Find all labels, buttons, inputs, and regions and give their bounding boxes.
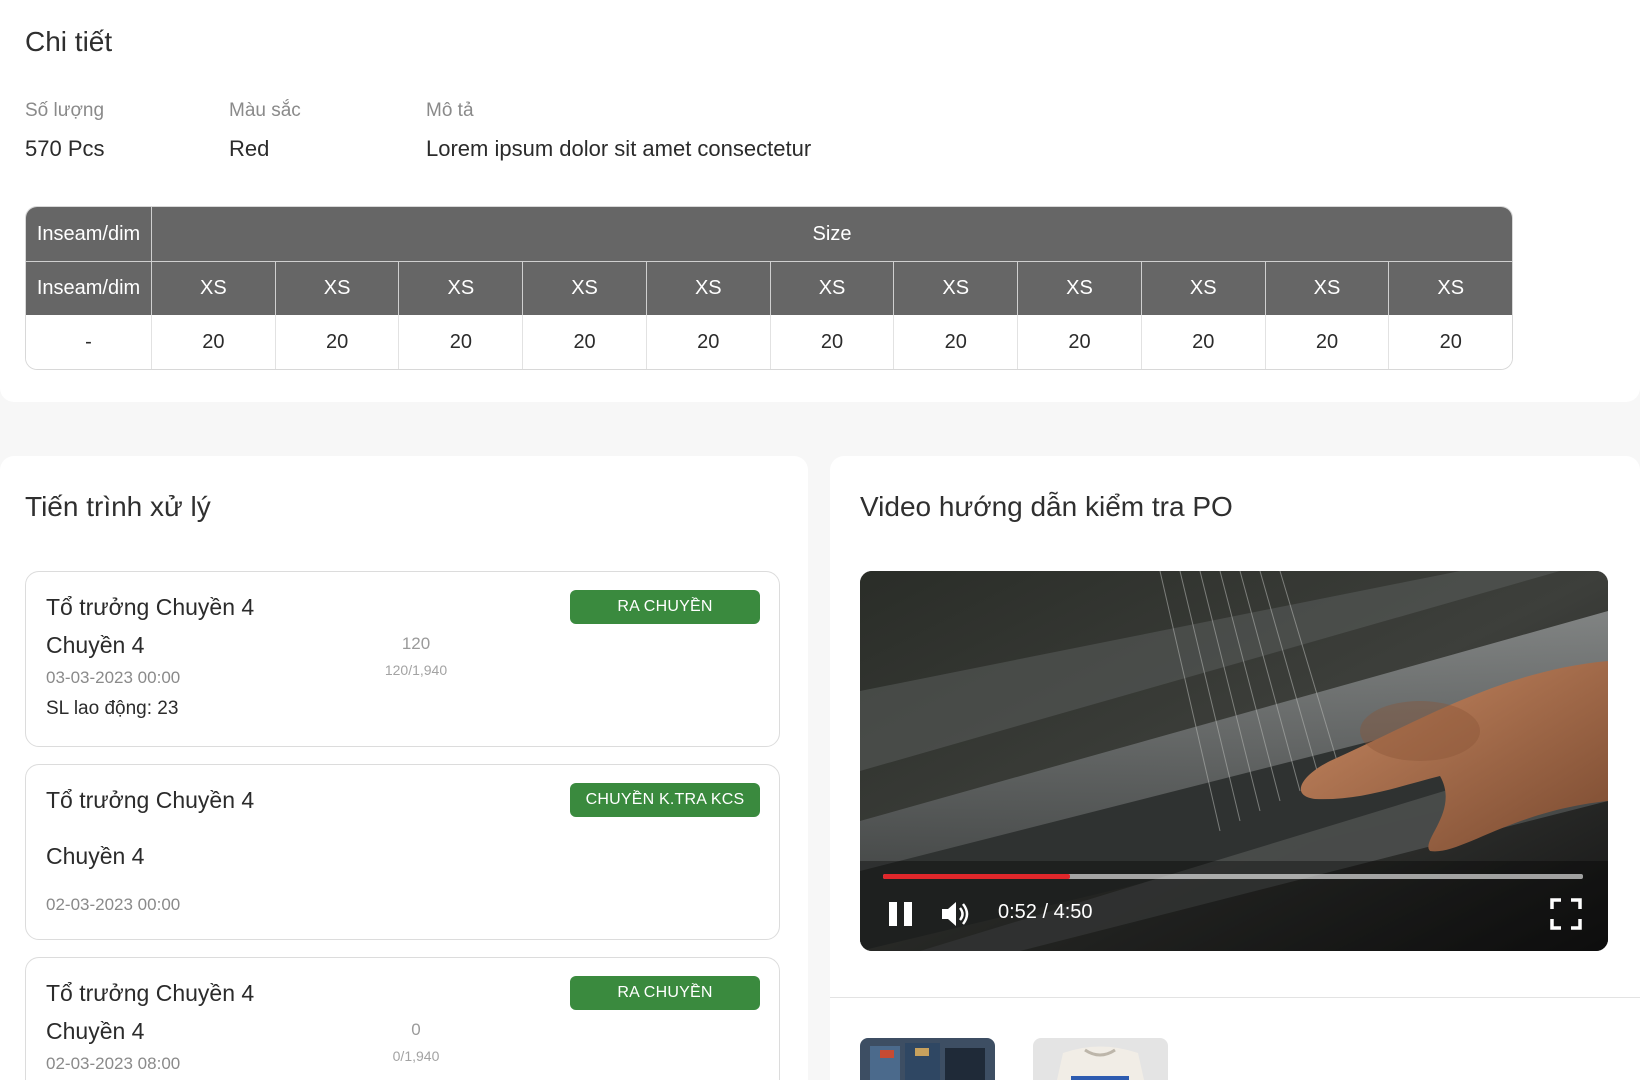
progress-title: Tiến trình xử lý [25, 491, 211, 522]
progress-item-date: 02-03-2023 00:00 [46, 895, 181, 914]
video-title: Video hướng dẫn kiểm tra PO [860, 491, 1233, 522]
progress-item-date: 02-03-2023 08:00 [46, 1054, 181, 1073]
video-card: Video hướng dẫn kiểm tra PO 0:52 / 4:50 [830, 456, 1640, 1080]
color-value: Red [229, 136, 270, 161]
size-header-cell: XS [523, 262, 647, 315]
table-subheader-row: Inseam/dim XS XS XS XS XS XS XS XS XS XS XS [26, 261, 1512, 315]
table-header-row: Inseam/dim Size [26, 207, 1512, 261]
size-header-cell: XS [1437, 277, 1465, 299]
header-inseam-dim: Inseam/dim [26, 207, 152, 261]
status-badge: RA CHUYỀN [570, 976, 760, 1010]
details-title: Chi tiết [25, 26, 113, 57]
status-badge: RA CHUYỀN [570, 590, 760, 624]
size-value-cell: 20 [771, 315, 895, 369]
size-value-cell: 20 [399, 315, 524, 369]
details-card: Chi tiết Số lượng 570 Pcs Màu sắc Red Mô… [0, 0, 1640, 402]
size-table: Inseam/dim Size Inseam/dim XS XS XS XS XS XS X… [25, 206, 1513, 370]
size-value-cell: 20 [1266, 315, 1390, 369]
size-header-cell: XS [647, 262, 771, 315]
fullscreen-icon[interactable] [1550, 898, 1582, 930]
status-badge: CHUYỀN K.TRA KCS [570, 783, 760, 817]
size-header-cell: XS [1018, 262, 1142, 315]
color-label: Màu sắc [229, 100, 301, 121]
description-value: Lorem ipsum dolor sit amet consectetur [426, 136, 812, 161]
table-row: - 20 20 20 20 20 20 20 20 20 20 20 [26, 315, 1512, 369]
progress-item-count: 0 [411, 1020, 421, 1039]
size-value-cell: 20 [1018, 315, 1142, 369]
progress-item-line: Chuyền 4 [46, 632, 145, 658]
size-value-cell: 20 [152, 315, 276, 369]
progress-card: Tiến trình xử lý Tổ trưởng Chuyền 4 Chuy… [0, 456, 808, 1080]
progress-item[interactable]: Tổ trưởng Chuyền 4 Chuyền 4 03-03-2023 0… [25, 571, 780, 747]
thumbnail-jeans[interactable] [860, 1038, 995, 1080]
video-progress-track[interactable] [883, 874, 1583, 879]
size-value-cell: 20 [276, 315, 400, 369]
subheader-inseam-dim: Inseam/dim [26, 262, 152, 315]
progress-item-line: Chuyền 4 [46, 843, 145, 869]
header-size-group: Size [812, 222, 852, 245]
size-value-cell: 20 [1439, 330, 1462, 353]
progress-item-labor: SL lao động: 23 [46, 698, 179, 719]
row-inseam-value: - [26, 315, 152, 369]
progress-item-ratio: 0/1,940 [392, 1048, 440, 1064]
size-header-cell: XS [894, 262, 1019, 315]
progress-item-title: Tổ trưởng Chuyền 4 [46, 594, 255, 620]
progress-item-count: 120 [401, 634, 431, 653]
size-header-cell: XS [152, 262, 276, 315]
divider [830, 997, 1640, 998]
progress-item-title: Tổ trưởng Chuyền 4 [46, 980, 255, 1006]
progress-item-date: 03-03-2023 00:00 [46, 668, 181, 687]
size-header-cell: XS [1142, 262, 1266, 315]
thumbnail-sweater[interactable] [1033, 1038, 1168, 1080]
size-value-cell: 20 [647, 315, 771, 369]
progress-item-ratio: 120/1,940 [384, 662, 448, 678]
video-time: 0:52 / 4:50 [998, 901, 1093, 923]
video-player[interactable]: 0:52 / 4:50 [860, 571, 1608, 951]
size-value-cell: 20 [1142, 315, 1266, 369]
size-header-cell: XS [399, 262, 524, 315]
progress-item[interactable]: Tổ trưởng Chuyền 4 Chuyền 4 02-03-2023 0… [25, 764, 780, 940]
quantity-value: 570 Pcs [25, 136, 105, 161]
size-header-cell: XS [276, 262, 400, 315]
progress-item[interactable]: Tổ trưởng Chuyền 4 Chuyền 4 02-03-2023 0… [25, 957, 780, 1080]
progress-item-title: Tổ trưởng Chuyền 4 [46, 787, 255, 813]
size-value-cell: 20 [894, 315, 1019, 369]
video-frame-image [860, 571, 1608, 951]
volume-icon[interactable] [940, 899, 972, 929]
progress-item-line: Chuyền 4 [46, 1018, 145, 1044]
video-progress-fill [883, 874, 1070, 879]
size-header-cell: XS [1266, 262, 1390, 315]
description-label: Mô tả [426, 100, 474, 121]
size-value-cell: 20 [523, 315, 647, 369]
size-header-cell: XS [771, 262, 895, 315]
pause-icon[interactable] [886, 899, 916, 929]
quantity-label: Số lượng [25, 100, 105, 121]
